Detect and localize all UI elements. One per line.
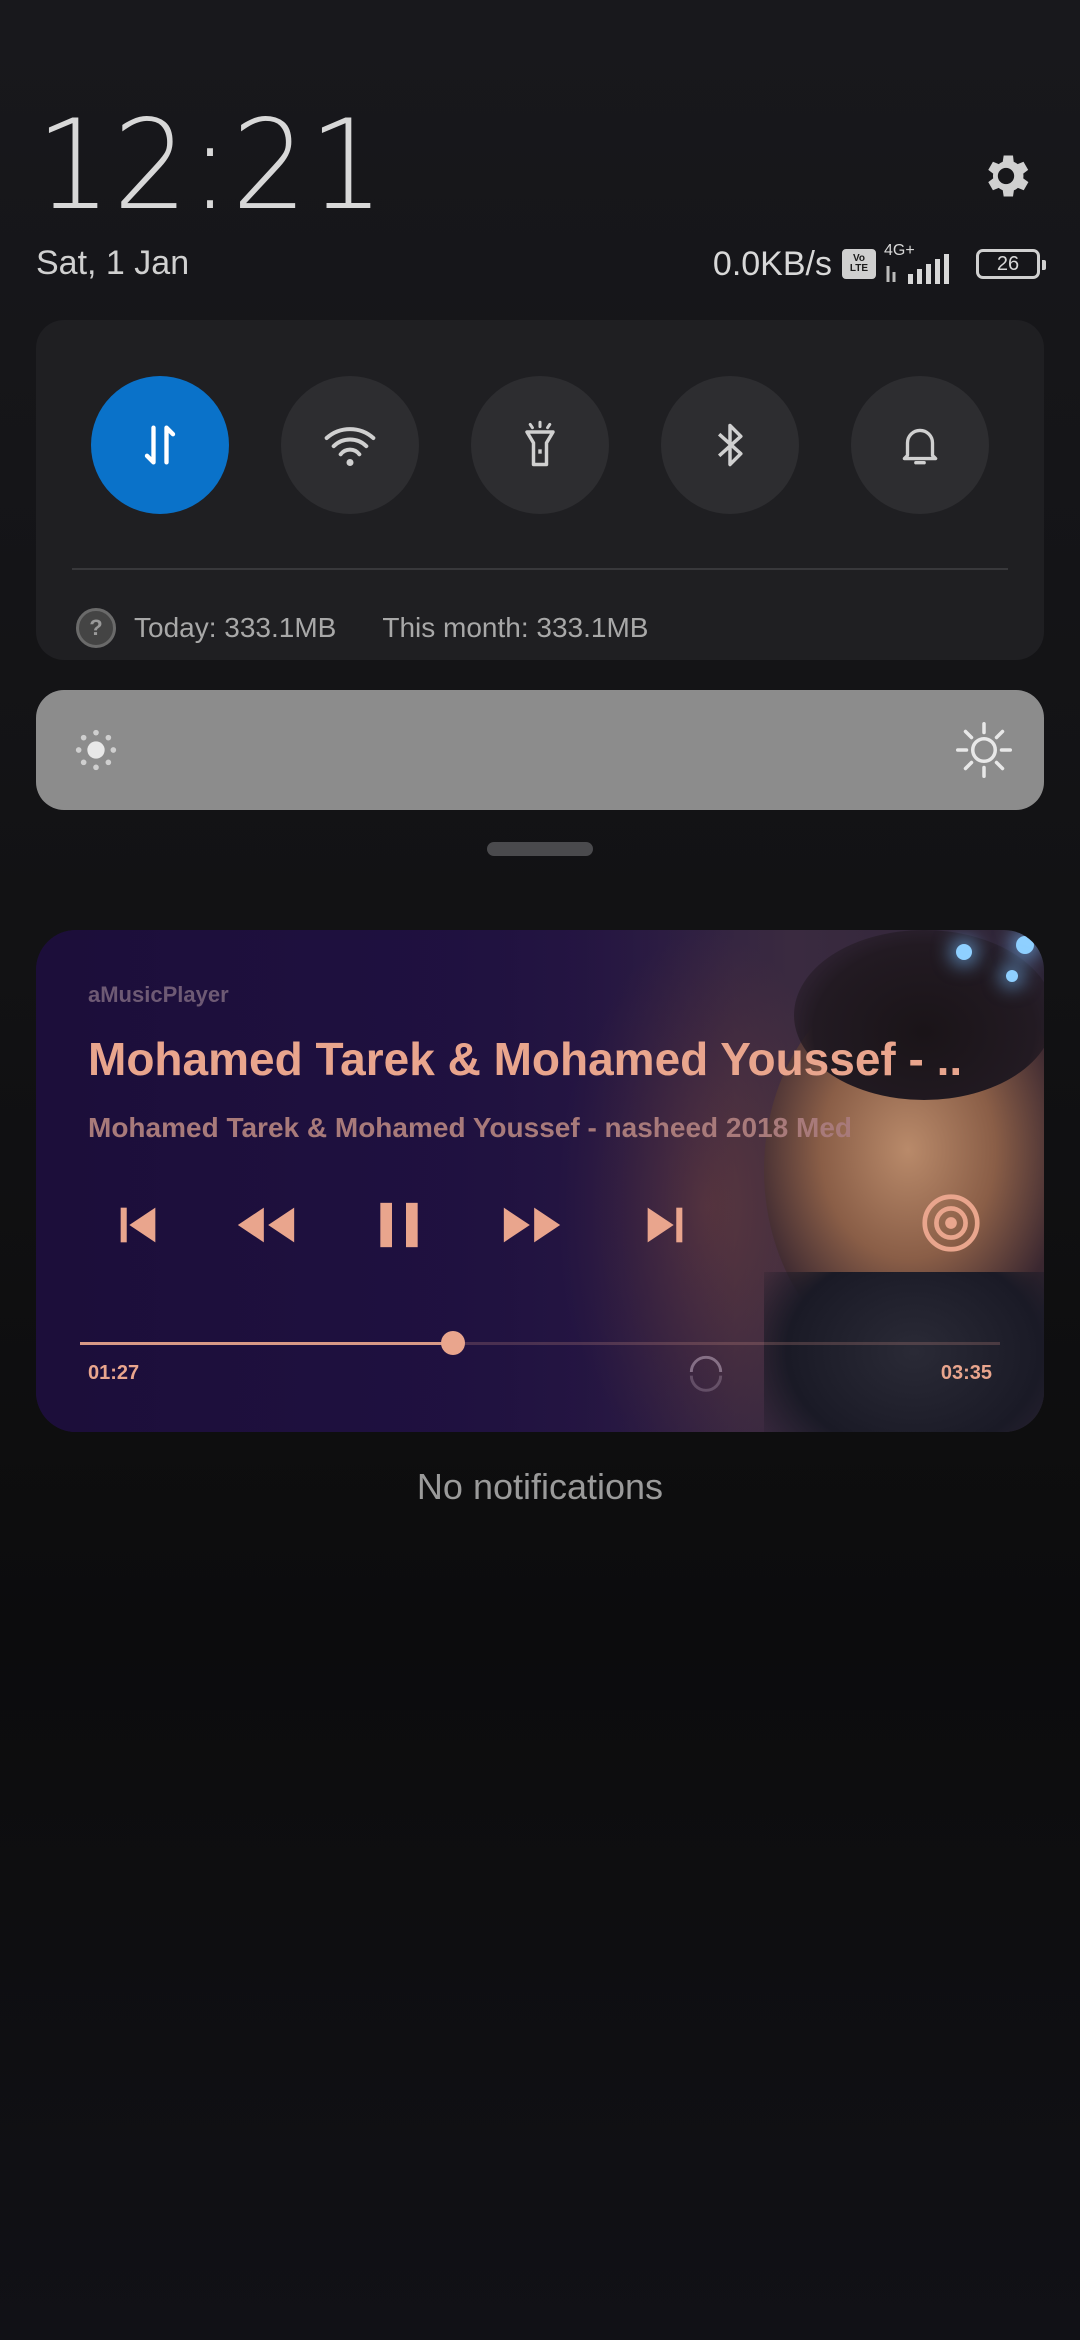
album-art-jacket (764, 1272, 1044, 1432)
notification-sound-toggle[interactable] (851, 376, 989, 514)
bell-icon (902, 428, 938, 465)
usage-today: Today: 333.1MB (134, 612, 337, 643)
stage-light (1006, 970, 1018, 982)
fast-forward-icon (503, 1207, 561, 1243)
fast-forward-button[interactable] (492, 1190, 572, 1260)
data-transfer-icon (144, 425, 176, 465)
seek-bar[interactable] (80, 1331, 1000, 1355)
wifi-icon (324, 427, 376, 466)
rewind-icon (237, 1207, 295, 1243)
brightness-low-icon (75, 729, 117, 771)
pause-icon (380, 1202, 418, 1248)
cast-icon[interactable] (916, 1188, 986, 1258)
bluetooth-icon (718, 423, 743, 467)
loading-spinner-icon (689, 1355, 723, 1392)
volte-bottom-text: LTE (849, 263, 869, 274)
battery-icon: 26 (976, 249, 1046, 279)
qs-divider (72, 568, 1008, 570)
drag-handle[interactable] (487, 842, 593, 856)
current-time: 01:27 (88, 1362, 140, 1384)
total-time: 03:35 (940, 1362, 992, 1384)
song-artist: Mohamed Tarek & Mohamed Youssef - nashee… (88, 1112, 852, 1143)
usage-month: This month: 333.1MB (382, 612, 649, 643)
mobile-data-toggle[interactable] (91, 376, 229, 514)
clock[interactable]: 12:21 (36, 93, 386, 238)
skip-previous-icon (120, 1207, 156, 1243)
wifi-toggle[interactable] (281, 376, 419, 514)
seek-bar-thumb[interactable] (440, 1331, 465, 1355)
quick-settings-panel: ? Today: 333.1MB This month: 333.1MB (36, 320, 1044, 660)
skip-previous-button[interactable] (98, 1190, 178, 1260)
skip-next-icon (647, 1207, 683, 1243)
settings-gear-icon[interactable] (978, 148, 1034, 204)
stage-light (1016, 936, 1034, 954)
signal-icon: 4G+ (882, 242, 962, 286)
volte-icon: Vo LTE (842, 249, 876, 279)
network-speed: 0.0KB/s (712, 244, 832, 283)
network-type: 4G+ (884, 242, 915, 259)
media-app-name: aMusicPlayer (88, 982, 229, 1007)
seek-bar-progress (80, 1342, 453, 1345)
battery-level: 26 (996, 252, 1020, 275)
date[interactable]: Sat, 1 Jan (36, 244, 189, 283)
song-title: Mohamed Tarek & Mohamed Youssef - .. (88, 1033, 963, 1085)
stage-light (956, 944, 972, 960)
notification-shade: 12:21 Sat, 1 Jan 0.0KB/s Vo LTE 4G+ 26 ?… (0, 0, 1080, 2340)
media-notification[interactable]: aMusicPlayer Mohamed Tarek & Mohamed You… (36, 930, 1044, 1432)
skip-next-button[interactable] (625, 1190, 705, 1260)
status-bar-right: 0.0KB/s Vo LTE 4G+ 26 (712, 240, 1046, 288)
data-usage-row[interactable]: ? Today: 333.1MB This month: 333.1MB (76, 592, 648, 664)
question-icon: ? (76, 608, 116, 648)
pause-button[interactable] (359, 1190, 439, 1260)
flashlight-toggle[interactable] (471, 376, 609, 514)
rewind-button[interactable] (226, 1190, 306, 1260)
flashlight-icon (525, 420, 555, 467)
empty-state-text: No notifications (416, 1466, 664, 1507)
brightness-slider[interactable] (36, 690, 1044, 810)
bluetooth-toggle[interactable] (661, 376, 799, 514)
brightness-high-icon (956, 722, 1012, 778)
